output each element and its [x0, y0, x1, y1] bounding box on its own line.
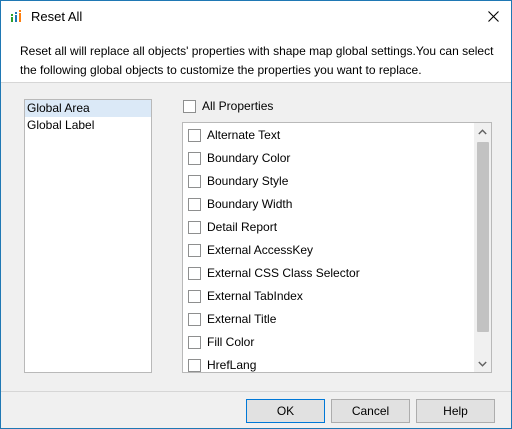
property-label: Boundary Width [207, 197, 293, 211]
property-label: External AccessKey [207, 243, 314, 257]
property-label: HrefLang [207, 358, 257, 372]
help-button[interactable]: Help [416, 399, 495, 423]
property-checkbox[interactable]: Boundary Width [188, 196, 292, 212]
property-label: External CSS Class Selector [207, 266, 360, 280]
property-label: Fill Color [207, 335, 255, 349]
checkbox-box[interactable] [188, 197, 201, 211]
all-properties-checkbox[interactable]: All Properties [183, 98, 273, 114]
property-checkbox[interactable]: External CSS Class Selector [188, 265, 360, 281]
scrollbar-thumb[interactable] [477, 142, 489, 332]
button-bar: OK Cancel Help [1, 391, 511, 428]
bar-chart-icon [11, 10, 21, 22]
checkbox-box[interactable] [188, 358, 201, 372]
scroll-up-button[interactable] [474, 123, 491, 140]
checkbox-box[interactable] [188, 151, 201, 165]
property-checkbox[interactable]: External TabIndex [188, 288, 303, 304]
ok-button[interactable]: OK [246, 399, 325, 423]
property-checkbox[interactable]: External AccessKey [188, 242, 313, 258]
all-properties-label: All Properties [202, 99, 274, 113]
chevron-up-icon [478, 128, 487, 134]
checkbox-box[interactable] [188, 128, 201, 142]
title-bar[interactable]: Reset All [1, 1, 511, 31]
chevron-down-icon [478, 361, 487, 367]
cancel-button[interactable]: Cancel [331, 399, 410, 423]
description-area: Reset all will replace all objects' prop… [1, 31, 511, 83]
list-item-global-area[interactable]: Global Area [25, 100, 151, 117]
checkbox-box[interactable] [188, 312, 201, 326]
checkbox-box[interactable] [188, 266, 201, 280]
checkbox-box[interactable] [188, 220, 201, 234]
reset-all-dialog: Reset All Reset all will replace all obj… [0, 0, 512, 429]
close-button[interactable] [475, 1, 511, 31]
property-checkbox[interactable]: Alternate Text [188, 127, 280, 143]
close-icon [487, 10, 499, 22]
list-item-global-label[interactable]: Global Label [25, 117, 151, 134]
checkbox-box[interactable] [188, 289, 201, 303]
property-checkbox[interactable]: HrefLang [188, 357, 257, 372]
property-checkbox[interactable]: Boundary Style [188, 173, 288, 189]
property-checkbox[interactable]: Boundary Color [188, 150, 290, 166]
vertical-scrollbar[interactable] [474, 123, 491, 372]
checkbox-box[interactable] [188, 243, 201, 257]
dialog-title: Reset All [31, 9, 83, 24]
global-object-list[interactable]: Global Area Global Label [24, 99, 152, 373]
property-label: Boundary Style [207, 174, 289, 188]
property-list[interactable]: Alternate Text Boundary Color Boundary S… [182, 122, 492, 373]
checkbox-box[interactable] [188, 174, 201, 188]
property-checkbox[interactable]: Detail Report [188, 219, 277, 235]
property-label: External Title [207, 312, 277, 326]
property-label: Alternate Text [207, 128, 281, 142]
scroll-down-button[interactable] [474, 355, 491, 372]
property-label: External TabIndex [207, 289, 303, 303]
checkbox-box[interactable] [188, 335, 201, 349]
description-text: Reset all will replace all objects' prop… [20, 44, 494, 77]
property-checkbox[interactable]: Fill Color [188, 334, 254, 350]
property-checkbox[interactable]: External Title [188, 311, 276, 327]
dialog-body: Global Area Global Label All Properties … [1, 83, 511, 391]
property-label: Boundary Color [207, 151, 291, 165]
property-label: Detail Report [207, 220, 278, 234]
checkbox-box[interactable] [183, 99, 196, 113]
